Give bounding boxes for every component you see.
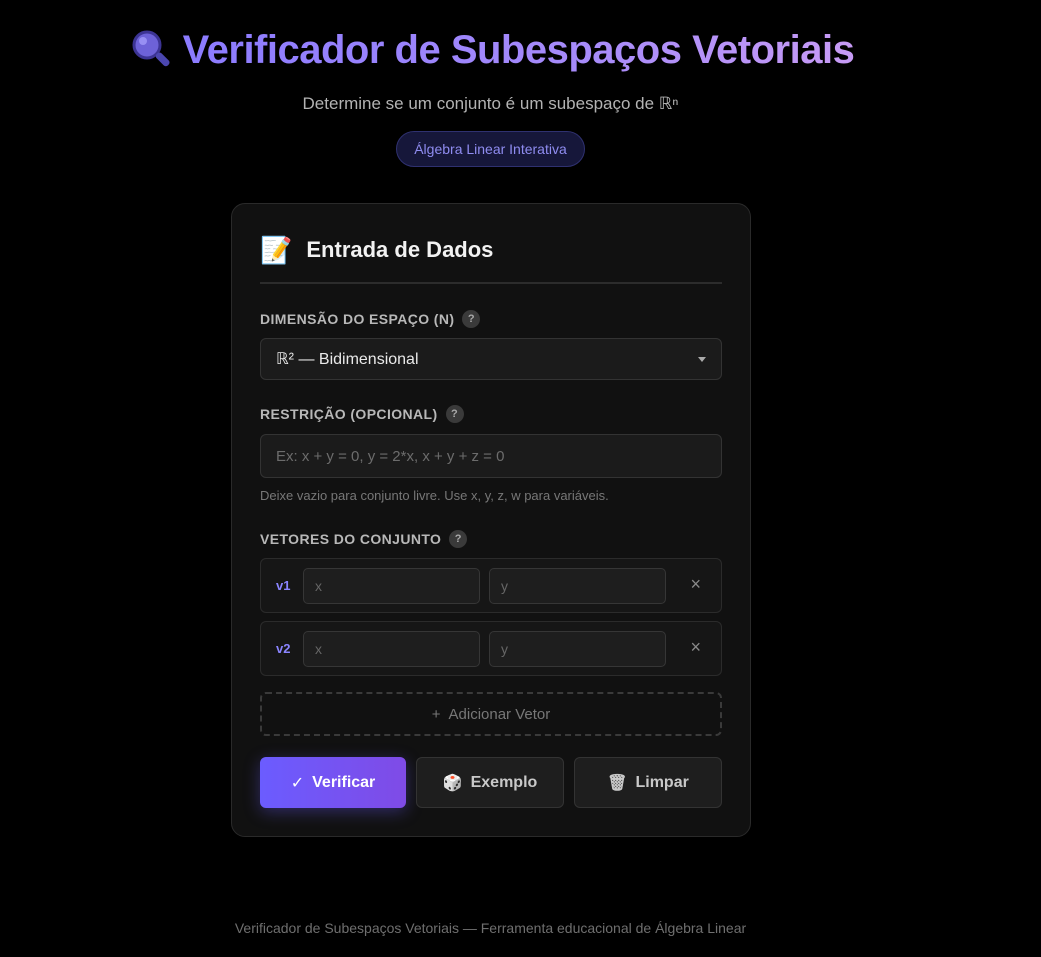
chevron-down-icon [698, 356, 706, 362]
card-header: 📝 Entrada de Dados [260, 234, 722, 284]
vector-x-input[interactable] [303, 631, 480, 667]
vectors-label: VETORES DO CONJUNTO ? [260, 530, 468, 548]
restriction-help-icon[interactable]: ? [445, 405, 464, 423]
restriction-label: RESTRIÇÃO (OPCIONAL) ? [260, 405, 464, 423]
vector-y-input[interactable] [489, 631, 666, 667]
vector-y-input[interactable] [489, 568, 666, 604]
remove-vector-button[interactable]: × [690, 574, 701, 595]
vector-row: v2 × [260, 621, 722, 676]
dice-icon: 🎲 [442, 774, 463, 792]
page-footer: Verificador de Subespaços Vetoriais — Fe… [234, 920, 747, 936]
verify-button[interactable]: ✓ Verificar [260, 757, 406, 808]
vector-x-input[interactable] [303, 568, 480, 604]
page-subtitle: Determine se um conjunto é um subespaço … [302, 94, 679, 113]
vector-name: v1 [276, 578, 291, 593]
page-title-text: Verificador de Subespaços Vetoriais [182, 27, 855, 72]
add-vector-button[interactable]: + Adicionar Vetor [260, 692, 722, 736]
example-button[interactable]: 🎲 Exemplo [416, 757, 564, 808]
input-card: 📝 Entrada de Dados DIMENSÃO DO ESPAÇO (N… [231, 203, 751, 837]
card-title: Entrada de Dados [306, 237, 494, 262]
plus-icon: + [431, 705, 441, 723]
trash-icon: 🗑 [607, 774, 628, 792]
restriction-hint: Deixe vazio para conjunto livre. Use x, … [260, 488, 609, 503]
topic-badge: Álgebra Linear Interativa [396, 131, 585, 167]
clear-button[interactable]: 🗑 Limpar [574, 757, 722, 808]
vector-row: v1 × [260, 558, 722, 613]
dimension-help-icon[interactable]: ? [462, 310, 481, 328]
vectors-help-icon[interactable]: ? [449, 530, 468, 548]
dimension-selected-value: ℝ² — Bidimensional [276, 351, 419, 368]
dimension-label: DIMENSÃO DO ESPAÇO (N) ? [260, 310, 481, 328]
check-icon: ✓ [290, 774, 305, 792]
page-header: Verificador de Subespaços Vetoriais [0, 26, 981, 79]
restriction-input[interactable] [260, 434, 722, 478]
vector-name: v2 [276, 641, 291, 656]
clear-label: Limpar [635, 773, 689, 791]
example-label: Exemplo [470, 773, 538, 791]
verify-label: Verificar [312, 773, 376, 791]
add-vector-label: Adicionar Vetor [448, 705, 551, 723]
remove-vector-button[interactable]: × [690, 637, 701, 658]
magnifier-icon [127, 26, 175, 74]
page-title: Verificador de Subespaços Vetoriais [127, 26, 855, 74]
dimension-select[interactable]: ℝ² — Bidimensional [260, 338, 722, 380]
memo-icon: 📝 [260, 235, 293, 265]
